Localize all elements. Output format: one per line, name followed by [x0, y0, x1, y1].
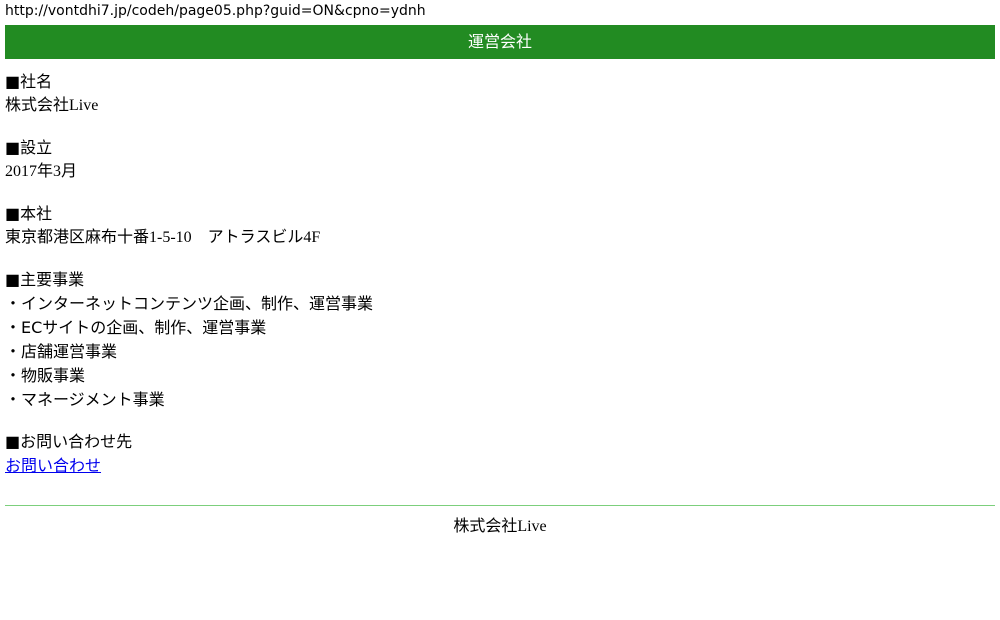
company-name-section: ■社名 株式会社Live — [5, 70, 995, 118]
company-name-value: 株式会社Live — [5, 97, 99, 114]
contact-link[interactable]: お問い合わせ — [5, 456, 101, 475]
business-heading: ■主要事業 — [5, 270, 85, 289]
business-item: ・マネージメント事業 — [5, 390, 165, 409]
footer-divider — [5, 505, 995, 506]
business-section: ■主要事業 ・インターネットコンテンツ企画、制作、運営事業 ・ECサイトの企画、… — [5, 268, 995, 412]
head-office-section: ■本社 東京都港区麻布十番1-5-10 アトラスビル4F — [5, 202, 995, 250]
established-value: 2017年3月 — [5, 163, 78, 180]
established-heading: ■設立 — [5, 138, 53, 157]
business-item: ・インターネットコンテンツ企画、制作、運営事業 — [5, 294, 374, 313]
page-title: 運営会社 — [5, 25, 995, 59]
footer-company-name: 株式会社Live — [453, 518, 547, 535]
business-item: ・物販事業 — [5, 366, 86, 385]
contact-section: ■お問い合わせ先 お問い合わせ — [5, 430, 995, 478]
url-text: http://vontdhi7.jp/codeh/page05.php?guid… — [5, 3, 426, 19]
contact-heading: ■お問い合わせ先 — [5, 432, 133, 451]
established-section: ■設立 2017年3月 — [5, 136, 995, 184]
business-item: ・店舗運営事業 — [5, 342, 118, 361]
head-office-address: 東京都港区麻布十番1-5-10 アトラスビル4F — [5, 229, 321, 246]
company-name-heading: ■社名 — [5, 72, 53, 91]
company-info: ■社名 株式会社Live ■設立 2017年3月 ■本社 東京都港区麻布十番1-… — [5, 70, 995, 496]
head-office-heading: ■本社 — [5, 204, 53, 223]
business-item: ・ECサイトの企画、制作、運営事業 — [5, 318, 267, 337]
